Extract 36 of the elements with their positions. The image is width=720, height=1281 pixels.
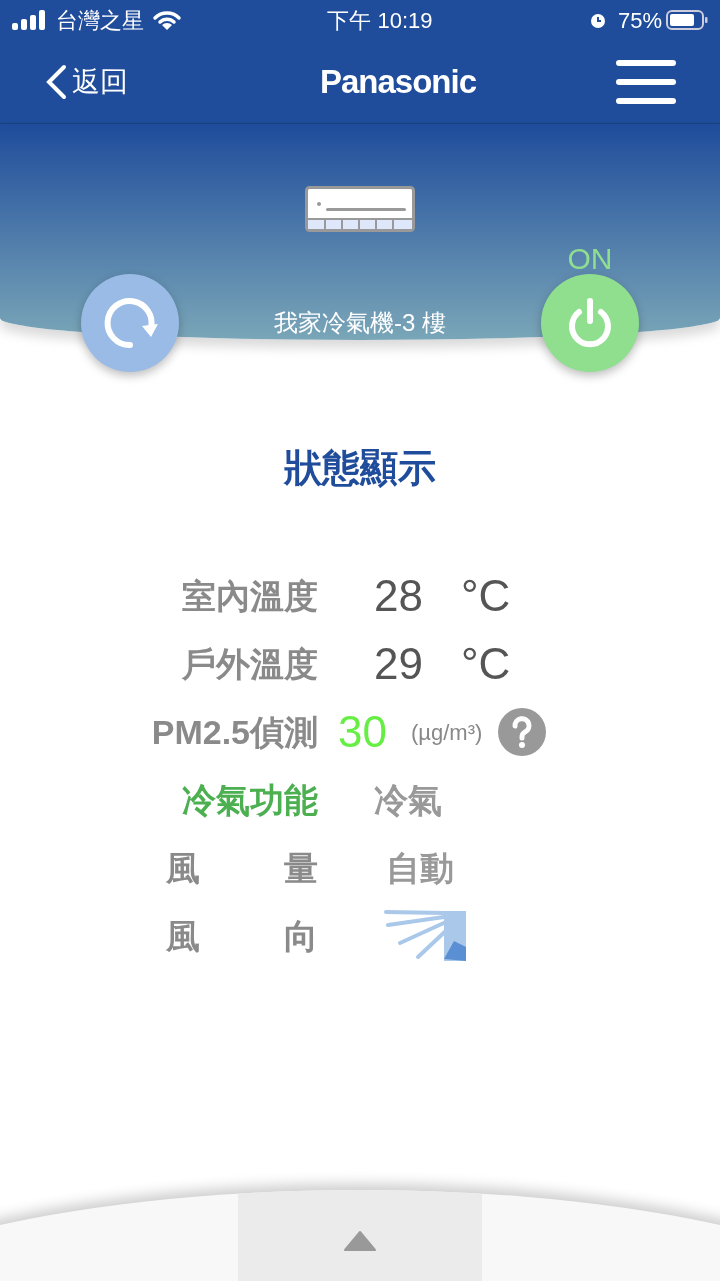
row-label: 風 (166, 847, 200, 889)
section-title: 狀態顯示 (284, 446, 436, 491)
refresh-icon (102, 295, 158, 351)
row-label: 風 (166, 915, 200, 957)
row-label: PM2.5偵測 (151, 711, 318, 753)
logo: Panasonic (318, 61, 478, 102)
power-button[interactable] (541, 274, 639, 372)
row-label: 戶外溫度 (182, 643, 318, 685)
row-label: 量 (284, 847, 318, 889)
back-chevron-icon (44, 63, 68, 100)
battery-label: 75% (617, 6, 662, 35)
row-value: 自動 (386, 847, 454, 889)
device-name: 我家冷氣機-3 樓 (273, 308, 447, 338)
row-value: 28 (374, 570, 423, 622)
unit-label: °C (460, 570, 511, 622)
unit-label: °C (460, 638, 511, 690)
carrier-label: 台灣之星 (56, 6, 144, 35)
refresh-button[interactable] (81, 274, 179, 372)
row-value: 冷氣 (374, 779, 442, 821)
power-status: ON (567, 241, 613, 274)
air-conditioner-icon (305, 186, 415, 232)
row-value: 29 (374, 638, 423, 690)
airflow-direction-icon (384, 909, 468, 963)
menu-button[interactable] (616, 57, 676, 106)
up-arrow-icon (343, 1230, 377, 1252)
battery-icon (666, 10, 708, 30)
row-label: 冷氣功能 (182, 779, 318, 821)
back-button[interactable]: 返回 (44, 60, 194, 103)
signal-icon (12, 10, 48, 30)
row-value: 30 (338, 706, 387, 758)
row-label: 向 (284, 915, 318, 957)
wifi-icon (152, 9, 182, 31)
unit-label: (µg/m³) (410, 718, 483, 747)
row-label: 室內溫度 (182, 575, 318, 617)
clock-label: 下午 10:19 (326, 6, 434, 35)
help-icon[interactable] (498, 708, 547, 756)
